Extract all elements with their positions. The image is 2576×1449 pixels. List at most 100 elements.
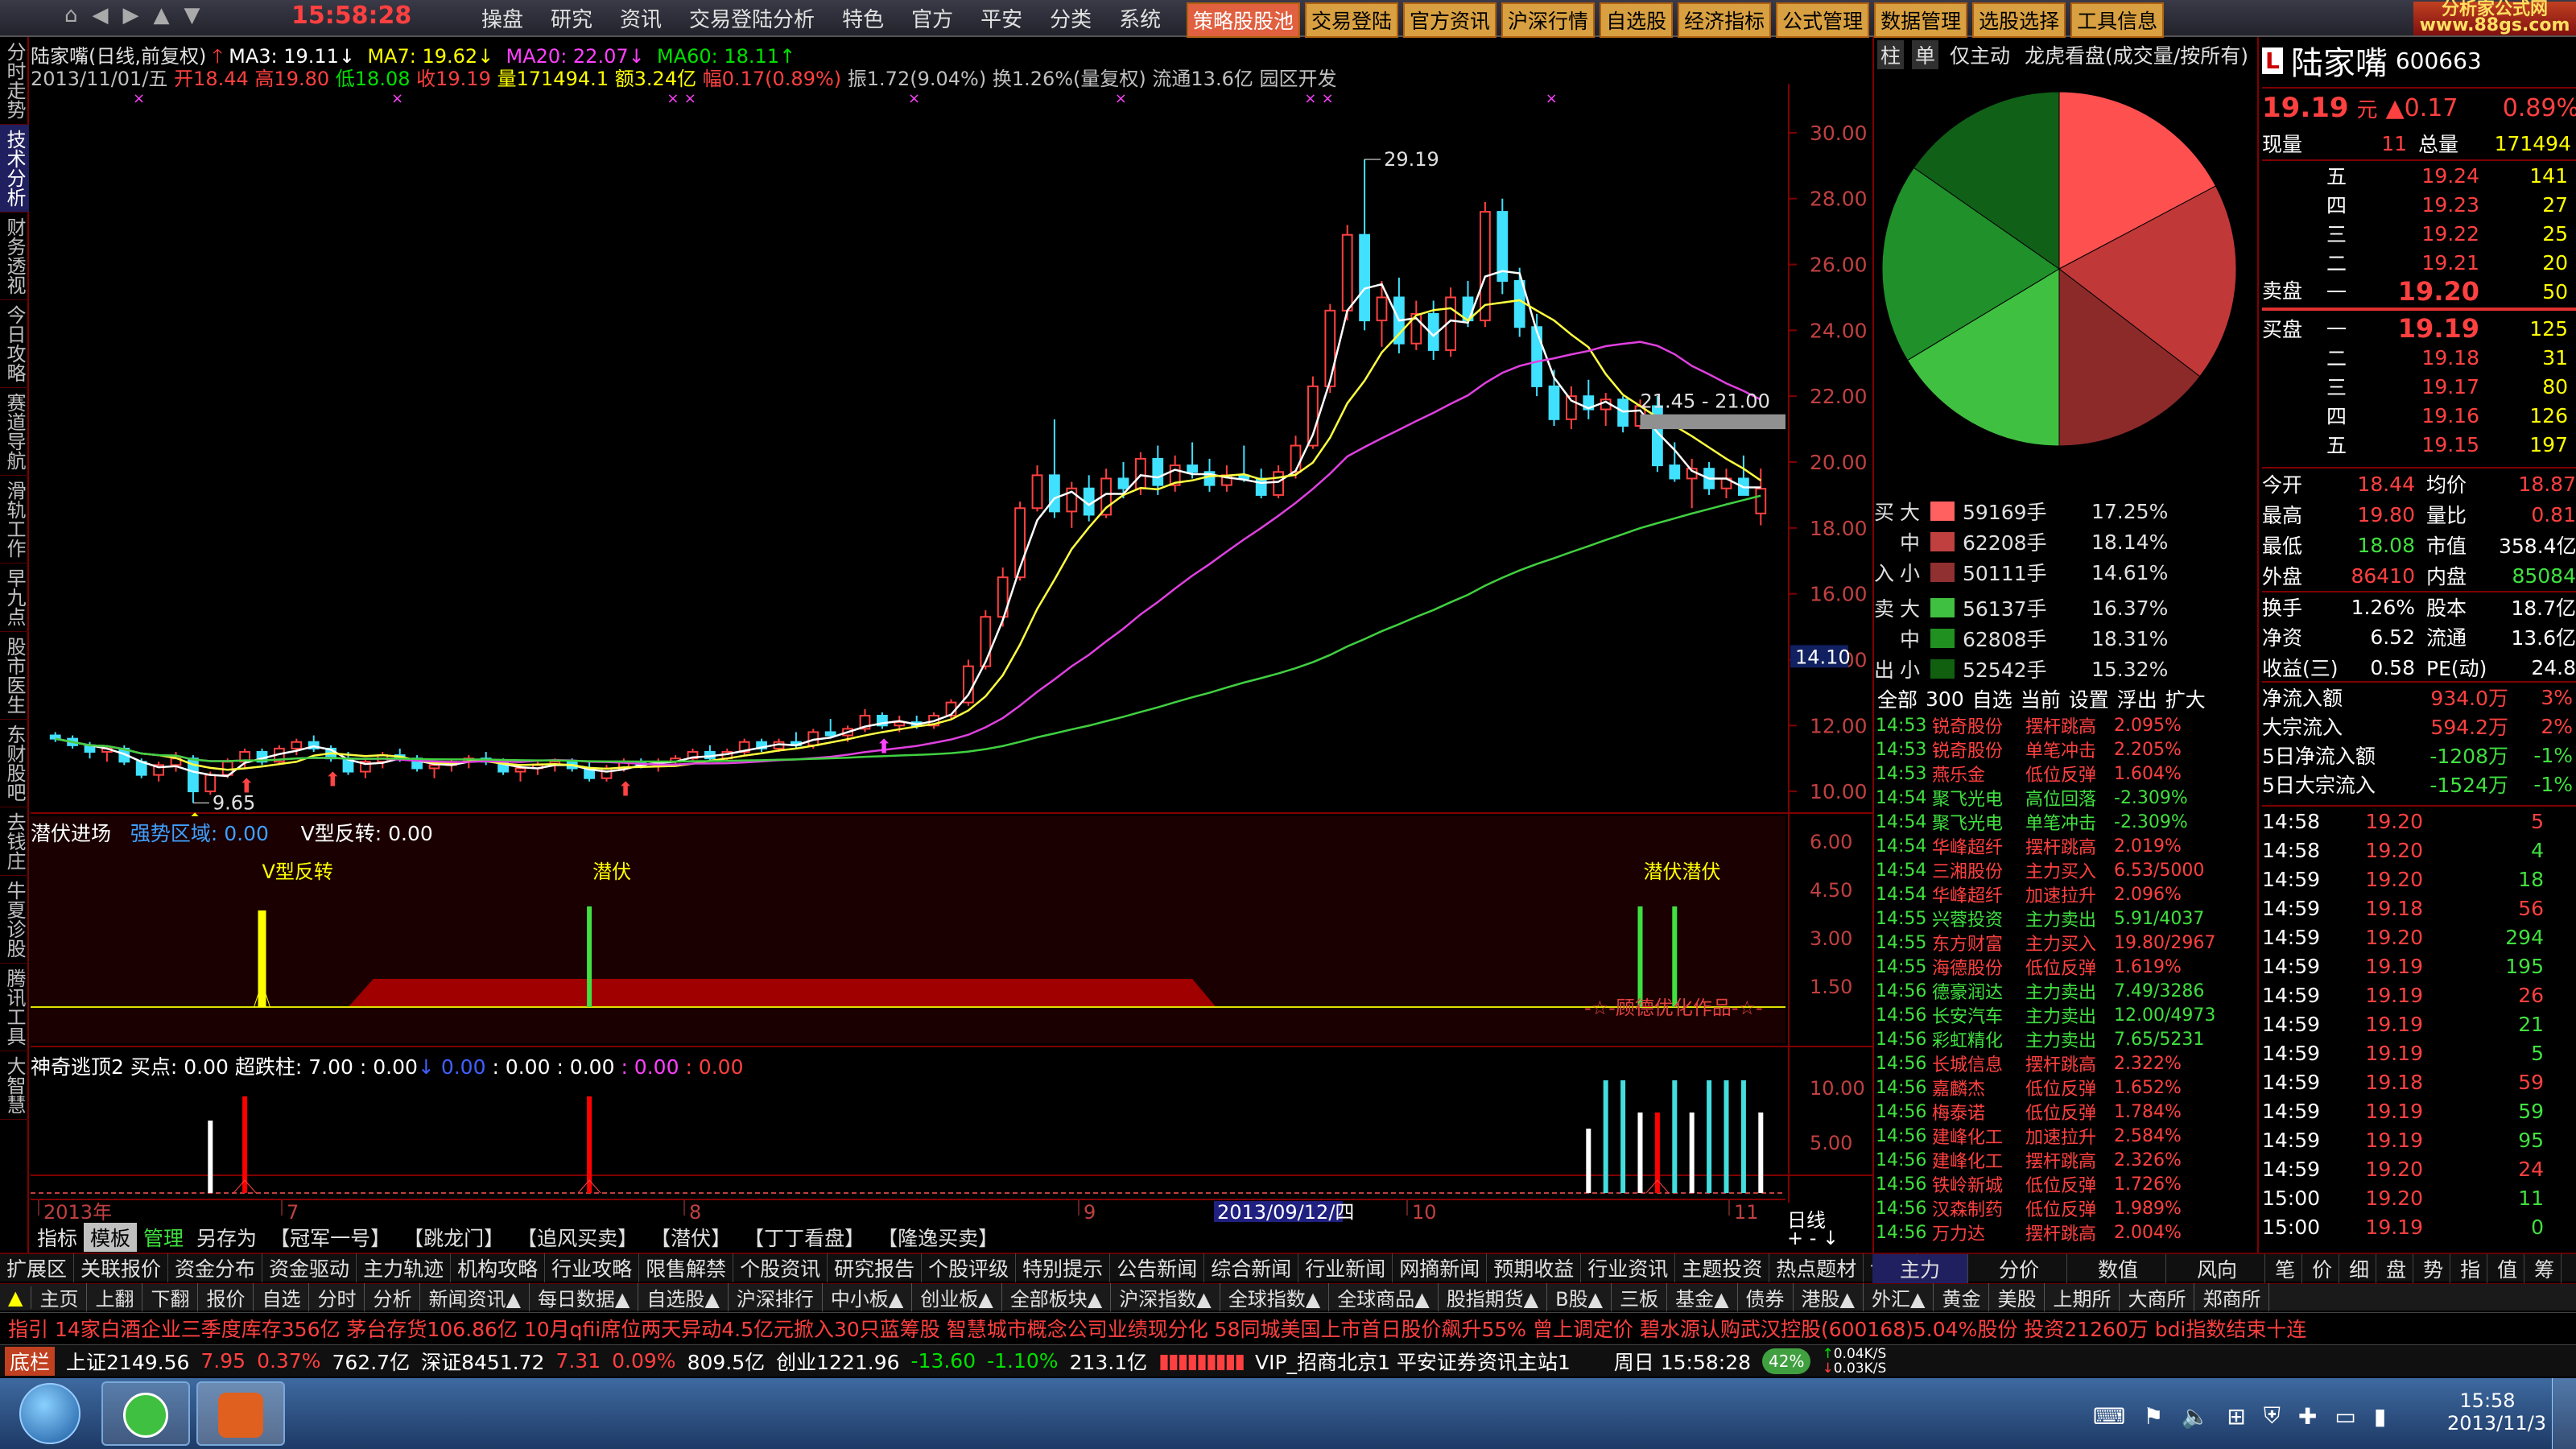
news-row[interactable]: 14:56 汉森制药 低位反弹 1.989% — [1876, 1196, 2254, 1221]
quick-nav-item[interactable]: 美股 — [1989, 1283, 2046, 1311]
left-nav-item[interactable]: 滑轨工作 — [0, 476, 29, 564]
indicator-tab[interactable]: 【追风买卖】 — [510, 1223, 644, 1252]
show-desktop-button[interactable] — [2552, 1378, 2576, 1449]
right-func-tab[interactable]: 势 — [2417, 1254, 2451, 1283]
plus-icon[interactable]: ✚ — [2298, 1403, 2317, 1430]
func-tab[interactable]: 热点题材 — [1769, 1253, 1864, 1282]
news-row[interactable]: 14:54 华峰超纤 摆杆跳高 2.019% — [1876, 834, 2254, 859]
feature-tab[interactable]: 自选股 — [1600, 2, 1674, 38]
tray-clock[interactable]: 15:58 2013/11/3 — [2447, 1389, 2546, 1435]
network-icon[interactable]: ⊞ — [2227, 1403, 2245, 1430]
news-row[interactable]: 14:54 三湘股份 主力买入 6.53/5000 — [1876, 858, 2254, 883]
indicator-tab[interactable]: 另存为 — [190, 1223, 263, 1252]
quick-nav-item[interactable]: 外汇▲ — [1864, 1283, 1934, 1311]
quick-nav-item[interactable]: 上翻 — [87, 1283, 143, 1311]
menu-item[interactable]: 官方 — [910, 3, 955, 33]
menu-item[interactable]: 分类 — [1048, 3, 1093, 33]
news-row[interactable]: 14:56 梅泰诺 低位反弹 1.784% — [1876, 1100, 2254, 1125]
news-row[interactable]: 14:56 长城信息 摆杆跳高 2.322% — [1876, 1051, 2254, 1076]
func-tab[interactable]: 公告新闻 — [1110, 1253, 1205, 1282]
indicator-tab[interactable]: 指标 — [31, 1223, 84, 1252]
right-func-tab[interactable]: 指 — [2454, 1254, 2488, 1283]
news-filter-item[interactable]: 全部 — [1877, 684, 1918, 713]
quick-nav-item[interactable]: 基金▲ — [1667, 1283, 1738, 1311]
news-row[interactable]: 14:54 聚飞光电 高位回落 -2.309% — [1876, 786, 2254, 811]
quick-nav-item[interactable]: 自选股▲ — [638, 1283, 729, 1311]
func-tab[interactable]: 关联报价 — [74, 1253, 169, 1282]
shield-icon[interactable]: ⛨ — [2264, 1402, 2281, 1430]
feature-tab[interactable]: 策略股股池 — [1187, 2, 1301, 38]
news-row[interactable]: 14:55 兴蓉投资 主力卖出 5.91/4037 — [1876, 906, 2254, 931]
news-row[interactable]: 14:56 万力达 摆杆跳高 2.004% — [1876, 1220, 2254, 1245]
quick-nav-item[interactable]: 主页 — [31, 1283, 88, 1311]
quick-nav-item[interactable]: 创业板▲ — [912, 1283, 1002, 1311]
feature-tab[interactable]: 沪深行情 — [1501, 2, 1596, 38]
indicator-tab[interactable]: 【冠军一号】 — [263, 1223, 397, 1252]
quick-nav-item[interactable]: 全部板块▲ — [1002, 1283, 1112, 1311]
right-func-tab[interactable]: 筹 — [2528, 1254, 2562, 1283]
home-icon[interactable]: ⌂ — [64, 3, 78, 27]
news-row[interactable]: 14:56 嘉麟杰 低位反弹 1.652% — [1876, 1075, 2254, 1100]
feature-tab[interactable]: 公式管理 — [1776, 2, 1870, 38]
right-func-tab[interactable]: 风向 — [2169, 1254, 2266, 1283]
right-func-tab[interactable]: 盘 — [2380, 1254, 2414, 1283]
indicator-tab[interactable]: 【潜伏】 — [644, 1223, 737, 1252]
menu-item[interactable]: 交易登陆分析 — [687, 3, 816, 33]
feature-tab[interactable]: 交易登陆 — [1305, 2, 1399, 38]
left-nav-item[interactable]: 去钱庄 — [0, 807, 29, 876]
news-row[interactable]: 14:56 德豪润达 主力卖出 7.49/3286 — [1876, 979, 2254, 1004]
quick-nav-item[interactable]: 债券 — [1738, 1283, 1794, 1311]
quick-nav-item[interactable]: 三板 — [1612, 1283, 1668, 1311]
news-row[interactable]: 14:56 建峰化工 加速拉升 2.584% — [1876, 1124, 2254, 1149]
func-tab[interactable]: 资金驱动 — [262, 1253, 357, 1282]
down-icon[interactable]: ▼ — [184, 3, 200, 27]
func-tab[interactable]: 个股评级 — [922, 1253, 1017, 1282]
quick-nav-item[interactable]: 股指期货▲ — [1439, 1283, 1548, 1311]
quick-nav-item[interactable]: 分析 — [365, 1283, 421, 1311]
left-nav-item[interactable]: 牛夏诊股 — [0, 876, 29, 964]
news-filter-item[interactable]: 浮出 — [2117, 684, 2157, 713]
back-icon[interactable]: ◀ — [93, 3, 109, 27]
func-tab[interactable]: 资金分布 — [168, 1253, 263, 1282]
news-row[interactable]: 14:53 燕乐金 低位反弹 1.604% — [1876, 762, 2254, 786]
quick-nav-item[interactable]: 报价 — [198, 1283, 254, 1311]
news-row[interactable]: 14:56 铁岭新城 低位反弹 1.726% — [1876, 1172, 2254, 1197]
func-tab[interactable]: 行业攻略 — [545, 1253, 640, 1282]
left-nav-item[interactable]: 大智慧 — [0, 1051, 29, 1120]
menu-item[interactable]: 特色 — [840, 3, 886, 33]
quick-nav-item[interactable]: 自选 — [254, 1283, 310, 1311]
quick-nav-item[interactable]: 中小板▲ — [823, 1283, 913, 1311]
func-tab[interactable]: 网摘新闻 — [1393, 1253, 1488, 1282]
quick-nav-item[interactable]: B股▲ — [1547, 1283, 1612, 1311]
right-func-tab[interactable]: 笔 — [2268, 1254, 2303, 1283]
keyboard-icon[interactable]: ⌨ — [2093, 1403, 2125, 1430]
left-nav-item[interactable]: 财务透视 — [0, 213, 29, 300]
news-filter-item[interactable]: 扩大 — [2165, 684, 2206, 713]
func-tab[interactable]: 预期收益 — [1487, 1253, 1582, 1282]
quick-nav-item[interactable]: 下翻 — [142, 1283, 199, 1311]
right-func-tab[interactable]: 主力 — [1872, 1254, 1969, 1283]
news-row[interactable]: 14:53 锐奇股份 摆杆跳高 2.095% — [1876, 713, 2254, 738]
status-label[interactable]: 底栏 — [5, 1346, 56, 1376]
func-tab[interactable]: 研究报告 — [828, 1253, 923, 1282]
quick-nav-item[interactable]: 大商所 — [2120, 1283, 2195, 1311]
flow-tab[interactable]: 单 — [1912, 40, 1939, 69]
flow-tab[interactable]: 仅主动 — [1946, 40, 2013, 69]
news-row[interactable]: 14:56 彩虹精化 主力卖出 7.65/5231 — [1876, 1027, 2254, 1052]
func-tab[interactable]: 扩展区 — [0, 1253, 75, 1282]
quick-nav-item[interactable]: 分时 — [309, 1283, 365, 1311]
news-row[interactable]: 14:55 东方财富 主力买入 19.80/2967 — [1876, 931, 2254, 956]
left-nav-item[interactable]: 股市医生 — [0, 632, 29, 720]
taskbar-app-browser[interactable] — [101, 1381, 190, 1446]
news-filter-item[interactable]: 当前 — [2021, 684, 2061, 713]
start-button-icon[interactable] — [19, 1383, 80, 1444]
news-row[interactable]: 14:56 建峰化工 摆杆跳高 2.326% — [1876, 1148, 2254, 1173]
news-row[interactable]: 14:56 长安汽车 主力卖出 12.00/4973 — [1876, 1003, 2254, 1028]
func-tab[interactable]: 个股资讯 — [733, 1253, 828, 1282]
func-tab[interactable]: 机构攻略 — [451, 1253, 546, 1282]
left-nav-item[interactable]: 今日攻略 — [0, 300, 29, 388]
left-nav-item[interactable]: 技术分析 — [0, 125, 29, 213]
indicator-tab[interactable]: 【隆逸买卖】 — [871, 1223, 1005, 1252]
left-nav-item[interactable]: 东财股吧 — [0, 720, 29, 807]
forward-icon[interactable]: ▶ — [123, 3, 139, 27]
